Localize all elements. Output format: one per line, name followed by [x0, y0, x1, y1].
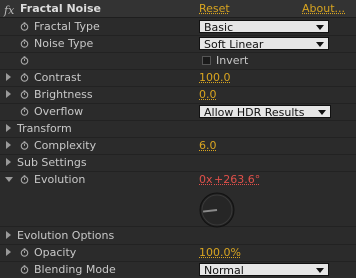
complexity-label: Complexity [34, 139, 97, 152]
blending-mode-label: Blending Mode [34, 263, 116, 276]
invert-label: Invert [216, 54, 249, 67]
brightness-label: Brightness [34, 88, 93, 101]
stopwatch-icon[interactable] [20, 248, 29, 257]
overflow-dropdown[interactable]: Allow HDR Results [199, 105, 331, 119]
effect-header-row[interactable]: fx Fractal Noise Reset About... [0, 0, 356, 18]
expand-triangle-icon[interactable] [6, 248, 11, 256]
invert-row: Invert [0, 52, 356, 70]
stopwatch-icon[interactable] [20, 22, 29, 31]
expand-triangle-icon[interactable] [6, 124, 11, 132]
blending-mode-row: Blending Mode Normal [0, 261, 356, 278]
noise-type-row: Noise Type Soft Linear [0, 35, 356, 53]
evolution-angle-value[interactable]: +263.6° [214, 171, 260, 188]
stopwatch-icon[interactable] [20, 90, 29, 99]
overflow-label: Overflow [34, 105, 84, 118]
evolution-options-label: Evolution Options [17, 229, 115, 242]
opacity-label: Opacity [34, 246, 77, 259]
expand-triangle-icon[interactable] [6, 90, 11, 98]
contrast-label: Contrast [34, 71, 82, 84]
evolution-angle-dial[interactable] [198, 191, 236, 229]
stopwatch-icon[interactable] [20, 141, 29, 150]
stopwatch-icon[interactable] [20, 39, 29, 48]
noise-type-value: Soft Linear [204, 38, 264, 51]
chevron-down-icon [316, 25, 324, 30]
sub-settings-label: Sub Settings [17, 156, 87, 169]
stopwatch-icon[interactable] [20, 265, 29, 274]
complexity-value[interactable]: 6.0 [199, 137, 217, 154]
about-link[interactable]: About... [302, 0, 345, 17]
evolution-row: Evolution 0x +263.6° [0, 171, 356, 229]
stopwatch-icon[interactable] [20, 56, 29, 65]
fractal-type-row: Fractal Type Basic [0, 18, 356, 36]
blending-mode-dropdown[interactable]: Normal [199, 263, 329, 277]
noise-type-label: Noise Type [34, 37, 94, 50]
transform-group-row[interactable]: Transform [0, 120, 356, 138]
expand-triangle-icon[interactable] [6, 73, 11, 81]
brightness-row: Brightness 0.0 [0, 86, 356, 104]
opacity-value[interactable]: 100.0% [199, 244, 241, 261]
chevron-down-icon [318, 110, 326, 115]
opacity-row: Opacity 100.0% [0, 244, 356, 262]
sub-settings-group-row[interactable]: Sub Settings [0, 154, 356, 172]
expand-triangle-icon[interactable] [6, 231, 11, 239]
expand-triangle-icon[interactable] [6, 158, 11, 166]
stopwatch-icon[interactable] [20, 107, 29, 116]
reset-link[interactable]: Reset [199, 0, 230, 17]
noise-type-dropdown[interactable]: Soft Linear [199, 37, 329, 51]
fx-toggle-icon[interactable]: fx [4, 2, 14, 19]
blending-mode-value: Normal [204, 264, 244, 277]
transform-label: Transform [17, 122, 72, 135]
chevron-down-icon [316, 42, 324, 47]
fractal-type-label: Fractal Type [34, 20, 100, 33]
effect-name: Fractal Noise [20, 2, 102, 15]
overflow-row: Overflow Allow HDR Results [0, 103, 356, 121]
expand-triangle-icon[interactable] [6, 141, 11, 149]
stopwatch-icon[interactable] [20, 73, 29, 82]
complexity-row: Complexity 6.0 [0, 137, 356, 155]
evolution-label: Evolution [34, 173, 86, 186]
brightness-value[interactable]: 0.0 [199, 86, 217, 103]
stopwatch-icon[interactable] [20, 175, 29, 184]
chevron-down-icon [316, 268, 324, 273]
invert-checkbox[interactable] [202, 56, 211, 65]
overflow-value: Allow HDR Results [204, 106, 305, 119]
contrast-value[interactable]: 100.0 [199, 69, 231, 86]
effect-controls-panel: fx Fractal Noise Reset About... Fractal … [0, 0, 356, 278]
fractal-type-value: Basic [204, 21, 234, 34]
collapse-triangle-icon[interactable] [5, 177, 13, 182]
evolution-options-group-row[interactable]: Evolution Options [0, 227, 356, 245]
fractal-type-dropdown[interactable]: Basic [199, 20, 329, 34]
evolution-revolutions-value[interactable]: 0x [199, 171, 213, 188]
contrast-row: Contrast 100.0 [0, 69, 356, 87]
